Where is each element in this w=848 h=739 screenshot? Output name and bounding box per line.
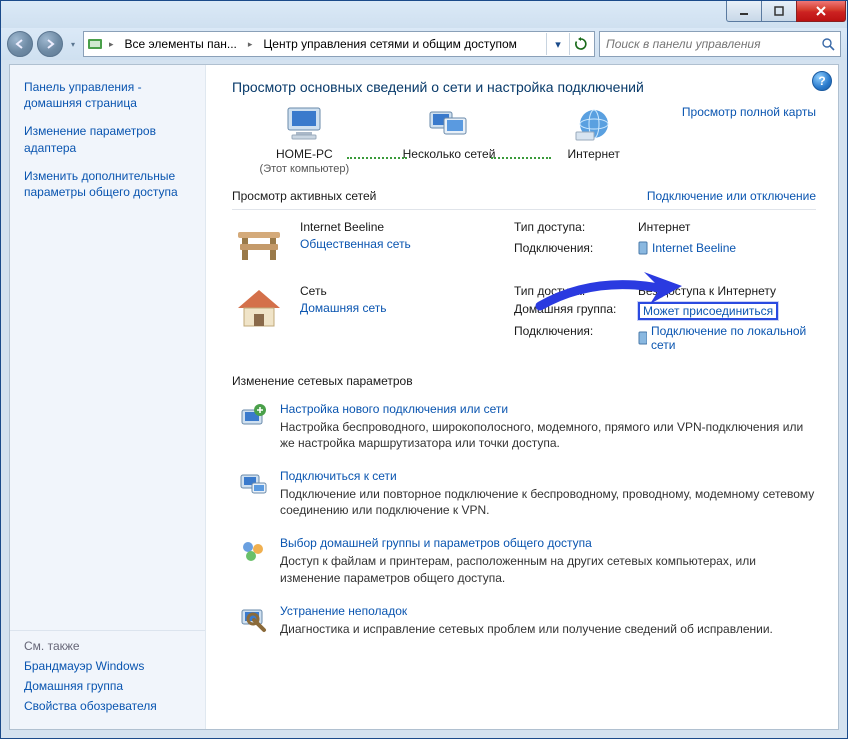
close-icon [815,6,827,16]
help-button[interactable]: ? [812,71,832,91]
network-name: Internet Beeline [300,220,500,234]
sidebar: Панель управления - домашняя страница Из… [10,65,206,729]
access-type-value: Интернет [638,220,816,238]
multiple-networks-icon [426,105,472,143]
map-node3-name: Интернет [568,147,620,161]
nic-icon [638,241,648,255]
content-area: Панель управления - домашняя страница Из… [9,64,839,730]
new-connection-icon [238,402,268,432]
sidebar-also-firewall[interactable]: Брандмауэр Windows [24,659,193,673]
sidebar-link-adapter-settings[interactable]: Изменение параметров адаптера [24,123,193,155]
chevron-right-icon: ▸ [245,39,256,50]
task-new-connection[interactable]: Настройка нового подключения или сети На… [232,394,816,461]
access-type-value: Без доступа к Интернету [638,284,816,298]
globe-icon [571,105,617,143]
search-box[interactable] [599,31,841,57]
homegroup-join-link[interactable]: Может присоединиться [643,304,773,318]
task-title[interactable]: Выбор домашней группы и параметров общег… [280,536,592,550]
home-network-icon [232,284,286,352]
task-homegroup-sharing[interactable]: Выбор домашней группы и параметров общег… [232,528,816,595]
see-also-header: См. также [24,639,193,653]
task-desc: Подключение или повторное подключение к … [280,486,816,518]
map-node-internet: Интернет [521,105,666,177]
active-networks-header: Просмотр активных сетей Подключение или … [232,185,816,210]
refresh-icon [574,37,588,51]
breadcrumb-seg-all-items[interactable]: Все элементы пан... [119,32,243,56]
sidebar-link-advanced-sharing[interactable]: Изменить дополнительные параметры общего… [24,168,193,200]
connections-label: Подключения: [514,324,634,352]
minimize-icon [739,6,749,16]
sidebar-also-internet-options[interactable]: Свойства обозревателя [24,699,193,713]
task-desc: Доступ к файлам и принтерам, расположенн… [280,553,816,585]
map-node-networks: Несколько сетей [377,105,522,177]
troubleshoot-icon [238,604,268,634]
change-settings-header: Изменение сетевых параметров [232,374,816,388]
network-type-link[interactable]: Домашняя сеть [300,301,500,315]
network-type-link[interactable]: Общественная сеть [300,237,500,251]
task-title[interactable]: Настройка нового подключения или сети [280,402,508,416]
chevron-right-icon: ▸ [106,39,117,50]
map-node1-name: HOME-PC [276,147,333,161]
map-node-this-pc: HOME-PC (Этот компьютер) [232,105,377,177]
back-button[interactable] [7,31,33,57]
connection-link[interactable]: Internet Beeline [638,241,736,255]
main-panel: ? Просмотр основных сведений о сети и на… [206,65,838,729]
full-map-link[interactable]: Просмотр полной карты [682,105,816,119]
connection-link[interactable]: Подключение по локальной сети [638,324,816,352]
refresh-button[interactable] [569,33,592,55]
homegroup-icon [238,536,268,566]
arrow-left-icon [14,38,26,50]
homegroup-join-highlight: Может присоединиться [638,302,778,320]
search-icon [821,37,836,51]
task-desc: Диагностика и исправление сетевых пробле… [280,621,773,637]
network-entry-home: Сеть Домашняя сеть Тип доступа: Без дост… [232,274,816,364]
access-type-label: Тип доступа: [514,284,634,298]
task-title[interactable]: Подключиться к сети [280,469,397,483]
homegroup-label: Домашняя группа: [514,302,634,320]
close-button[interactable] [796,1,846,22]
map-node2-name: Несколько сетей [403,147,496,161]
breadcrumb[interactable]: ▸ Все элементы пан... ▸ Центр управления… [83,31,595,57]
minimize-button[interactable] [726,1,762,22]
forward-button[interactable] [37,31,63,57]
nic-icon [638,331,647,345]
maximize-icon [774,6,784,16]
public-network-icon [232,220,286,262]
breadcrumb-seg-network-center[interactable]: Центр управления сетями и общим доступом [257,32,523,56]
network-map: Просмотр полной карты HOME-PC (Этот компь… [232,105,816,177]
connect-disconnect-link[interactable]: Подключение или отключение [647,189,816,203]
window: ▾ ▸ Все элементы пан... ▸ Центр управлен… [0,0,848,739]
arrow-right-icon [44,38,56,50]
control-panel-icon [86,35,104,53]
task-connect-network[interactable]: Подключиться к сети Подключение или повт… [232,461,816,528]
network-name: Сеть [300,284,500,298]
connections-label: Подключения: [514,241,634,262]
sidebar-link-home[interactable]: Панель управления - домашняя страница [24,79,193,111]
divider [10,630,205,631]
maximize-button[interactable] [761,1,797,22]
connect-network-icon [238,469,268,499]
address-bar: ▾ ▸ Все элементы пан... ▸ Центр управлен… [1,28,847,60]
sidebar-also-homegroup[interactable]: Домашняя группа [24,679,193,693]
page-title: Просмотр основных сведений о сети и наст… [232,79,816,95]
map-node1-sub: (Этот компьютер) [260,163,350,175]
task-desc: Настройка беспроводного, широкополосного… [280,419,816,451]
access-type-label: Тип доступа: [514,220,634,238]
task-title[interactable]: Устранение неполадок [280,604,407,618]
task-troubleshoot[interactable]: Устранение неполадок Диагностика и испра… [232,596,816,647]
network-entry-beeline: Internet Beeline Общественная сеть Тип д… [232,210,816,274]
search-input[interactable] [604,36,821,52]
computer-icon [281,105,327,143]
titlebar [1,1,847,28]
nav-history-dropdown[interactable]: ▾ [67,40,79,49]
active-networks-label: Просмотр активных сетей [232,189,376,203]
breadcrumb-dropdown[interactable]: ▾ [546,33,569,55]
